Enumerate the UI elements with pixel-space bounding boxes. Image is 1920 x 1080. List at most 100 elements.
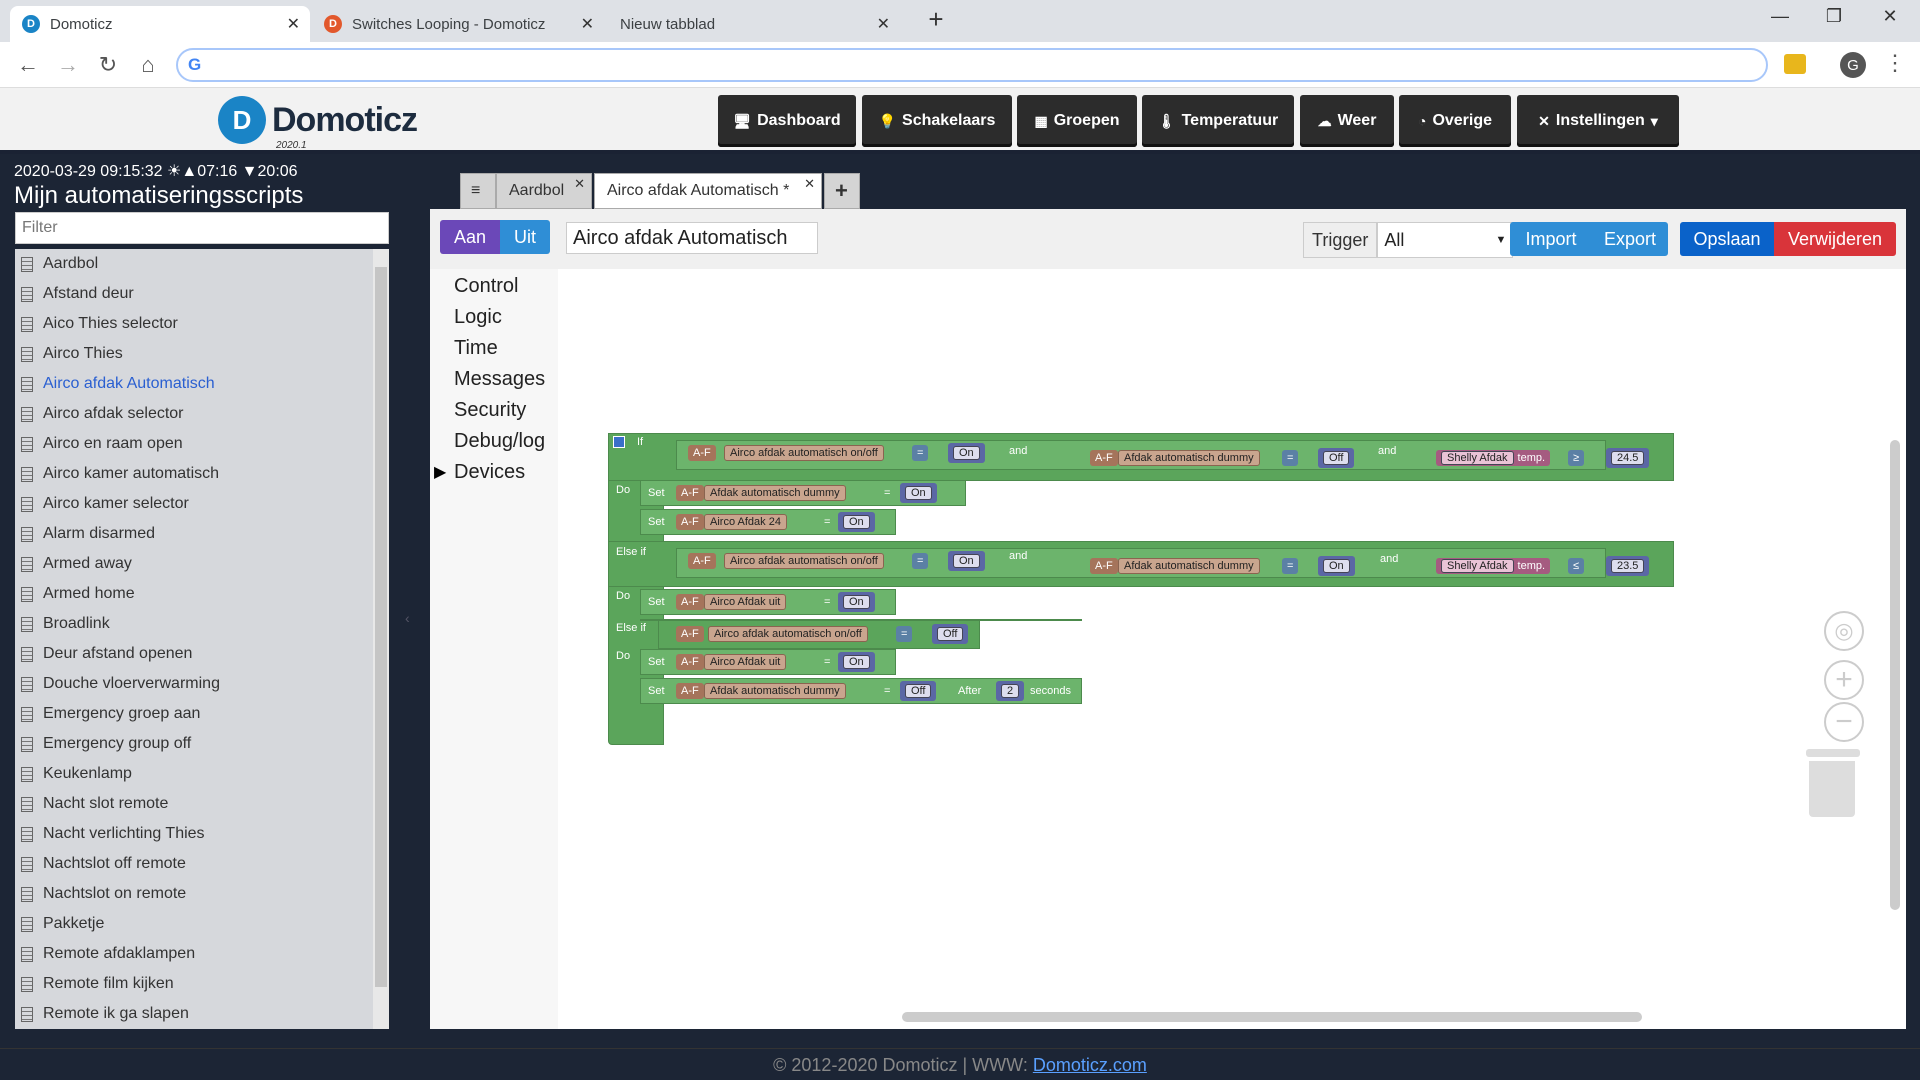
horizontal-scrollbar[interactable] bbox=[902, 1012, 1642, 1022]
temp-block[interactable]: Shelly Afdak temp. bbox=[1436, 558, 1551, 574]
trigger-select[interactable]: All ▼ bbox=[1377, 222, 1514, 258]
list-item[interactable]: Airco afdak selector bbox=[15, 399, 389, 429]
list-item[interactable]: Broadlink bbox=[15, 609, 389, 639]
device-dropdown[interactable]: Airco Afdak uit bbox=[704, 594, 787, 610]
extension-icon[interactable] bbox=[1784, 54, 1806, 74]
af-block[interactable]: A-F bbox=[676, 594, 704, 610]
domoticz-logo[interactable]: D Domoticz 2020.1 bbox=[218, 96, 418, 151]
close-tab-icon[interactable]: ✕ bbox=[287, 14, 300, 34]
list-item[interactable]: Armed away bbox=[15, 549, 389, 579]
list-item[interactable]: Remote afdaklampen bbox=[15, 939, 389, 969]
device-dropdown[interactable]: Airco afdak automatisch on/off bbox=[724, 553, 884, 569]
value-block[interactable]: On bbox=[838, 592, 875, 612]
device-dropdown[interactable]: Afdak automatisch dummy bbox=[704, 683, 846, 699]
device-dropdown[interactable]: Afdak automatisch dummy bbox=[1118, 558, 1260, 574]
number-block[interactable]: 2 bbox=[996, 681, 1025, 701]
nav-schakelaars[interactable]: 💡 Schakelaars bbox=[862, 95, 1012, 147]
maximize-button[interactable]: ❐ bbox=[1814, 6, 1854, 27]
compare-dropdown[interactable]: ≤ bbox=[1568, 558, 1585, 574]
category-logic[interactable]: Logic bbox=[454, 306, 502, 329]
close-tab-icon[interactable]: ✕ bbox=[877, 14, 890, 34]
category-messages[interactable]: Messages bbox=[454, 368, 545, 391]
list-item[interactable]: Airco kamer automatisch bbox=[15, 459, 389, 489]
close-icon[interactable]: ✕ bbox=[574, 176, 585, 192]
af-block[interactable]: A-F bbox=[676, 485, 704, 501]
recenter-icon[interactable]: ◎ bbox=[1824, 611, 1864, 651]
vertical-scrollbar[interactable] bbox=[1890, 440, 1900, 910]
value-block[interactable]: Off bbox=[932, 624, 969, 644]
category-debug-log[interactable]: Debug/log bbox=[454, 430, 545, 453]
device-dropdown[interactable]: Airco Afdak 24 bbox=[704, 514, 787, 530]
back-arrow-icon[interactable]: ← bbox=[14, 52, 42, 78]
device-dropdown[interactable]: Afdak automatisch dummy bbox=[704, 485, 846, 501]
list-item[interactable]: Nacht slot remote bbox=[15, 789, 389, 819]
list-item[interactable]: Emergency groep aan bbox=[15, 699, 389, 729]
nav-weer[interactable]: ☁ Weer bbox=[1300, 95, 1394, 147]
af-block[interactable]: A-F bbox=[688, 553, 716, 569]
list-item[interactable]: Pakketje bbox=[15, 909, 389, 939]
value-block[interactable]: On bbox=[948, 551, 985, 571]
off-button[interactable]: Uit bbox=[500, 220, 550, 254]
list-item[interactable]: Keukenlamp bbox=[15, 759, 389, 789]
value-block[interactable]: On bbox=[838, 652, 875, 672]
list-item[interactable]: Armed home bbox=[15, 579, 389, 609]
scroll-thumb[interactable] bbox=[375, 267, 387, 987]
af-block[interactable]: A-F bbox=[676, 626, 704, 642]
value-block[interactable]: Off bbox=[900, 681, 937, 701]
browser-tab-domoticz[interactable]: D Domoticz ✕ bbox=[10, 6, 310, 42]
list-item[interactable]: Nachtslot off remote bbox=[15, 849, 389, 879]
list-item[interactable]: Airco kamer selector bbox=[15, 489, 389, 519]
list-item[interactable]: Nacht verlichting Thies bbox=[15, 819, 389, 849]
export-button[interactable]: Export bbox=[1592, 222, 1668, 256]
minimize-button[interactable]: — bbox=[1760, 6, 1800, 27]
expand-arrow-icon[interactable]: ▶ bbox=[434, 462, 446, 482]
filter-input[interactable]: Filter bbox=[15, 212, 389, 244]
on-button[interactable]: Aan bbox=[440, 220, 500, 254]
category-control[interactable]: Control bbox=[454, 275, 518, 298]
device-dropdown[interactable]: Airco afdak automatisch on/off bbox=[724, 445, 884, 461]
list-item[interactable]: Airco afdak Automatisch bbox=[15, 369, 389, 399]
device-dropdown[interactable]: Airco afdak automatisch on/off bbox=[708, 626, 868, 642]
nav-overige[interactable]: ◔ Overige bbox=[1399, 95, 1511, 147]
home-icon[interactable]: ⌂ bbox=[134, 52, 162, 78]
af-block[interactable]: A-F bbox=[676, 683, 704, 699]
af-block[interactable]: A-F bbox=[1090, 558, 1118, 574]
collapse-arrow-icon[interactable]: ‹ bbox=[405, 610, 410, 626]
list-item[interactable]: Emergency group off bbox=[15, 729, 389, 759]
list-item[interactable]: Airco en raam open bbox=[15, 429, 389, 459]
close-icon[interactable]: ✕ bbox=[804, 176, 815, 192]
list-item[interactable]: Aico Thies selector bbox=[15, 309, 389, 339]
list-item[interactable]: Douche vloerverwarming bbox=[15, 669, 389, 699]
value-block[interactable]: 23.5 bbox=[1606, 556, 1650, 576]
profile-avatar[interactable]: G bbox=[1840, 52, 1866, 78]
domoticz-link[interactable]: Domoticz.com bbox=[1033, 1055, 1147, 1075]
nav-temperatuur[interactable]: 🌡 Temperatuur bbox=[1142, 95, 1294, 147]
browser-tab-new[interactable]: Nieuw tabblad ✕ bbox=[608, 6, 900, 42]
device-dropdown[interactable]: Airco Afdak uit bbox=[704, 654, 787, 670]
category-security[interactable]: Security bbox=[454, 399, 526, 422]
category-devices[interactable]: Devices bbox=[454, 461, 525, 484]
panel-splitter[interactable]: ‹ bbox=[397, 200, 427, 1028]
list-item[interactable]: Alarm disarmed bbox=[15, 519, 389, 549]
list-item[interactable]: Remote film kijken bbox=[15, 969, 389, 999]
nav-instellingen[interactable]: ✕ Instellingen ▾ bbox=[1517, 95, 1679, 147]
device-dropdown[interactable]: Afdak automatisch dummy bbox=[1118, 450, 1260, 466]
value-block[interactable]: On bbox=[900, 483, 937, 503]
list-item[interactable]: Aardbol bbox=[15, 249, 389, 279]
compare-dropdown[interactable]: = bbox=[912, 553, 929, 569]
tab-aardbol[interactable]: Aardbol ✕ bbox=[496, 173, 592, 209]
compare-dropdown[interactable]: = bbox=[1282, 558, 1299, 574]
list-item[interactable]: Afstand deur bbox=[15, 279, 389, 309]
close-tab-icon[interactable]: ✕ bbox=[581, 14, 594, 34]
compare-dropdown[interactable]: = bbox=[912, 445, 929, 461]
list-item[interactable]: Airco Thies bbox=[15, 339, 389, 369]
blockly-workspace[interactable]: If Do Else if Do Else if Do A-F Airco af… bbox=[558, 269, 1906, 1029]
value-block[interactable]: On bbox=[1318, 556, 1355, 576]
browser-tab-switches-looping[interactable]: D Switches Looping - Domoticz ✕ bbox=[312, 6, 604, 42]
compare-dropdown[interactable]: = bbox=[896, 626, 913, 642]
zoom-out-icon[interactable]: − bbox=[1824, 702, 1864, 742]
script-name-input[interactable]: Airco afdak Automatisch bbox=[566, 222, 818, 254]
zoom-in-icon[interactable]: + bbox=[1824, 660, 1864, 700]
add-tab-button[interactable]: + bbox=[824, 173, 860, 209]
delete-button[interactable]: Verwijderen bbox=[1774, 222, 1896, 256]
